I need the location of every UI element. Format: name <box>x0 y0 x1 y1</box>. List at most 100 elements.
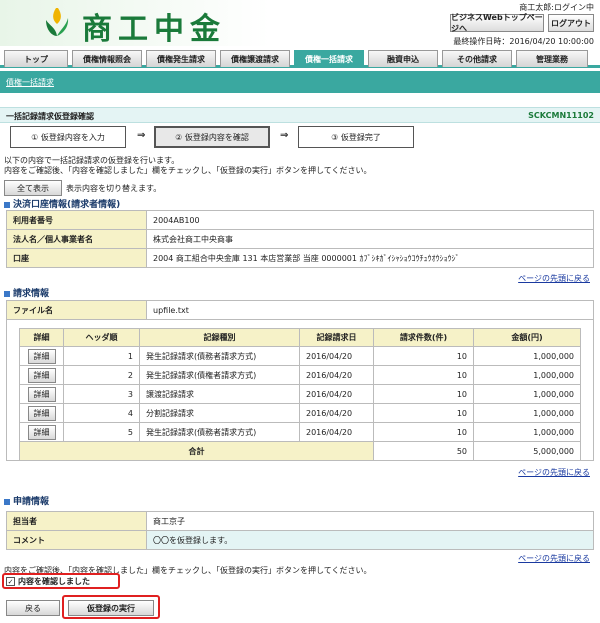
applicant-section-title: 申請情報 <box>4 494 49 507</box>
table-row: ファイル名 upfile.txt <box>6 300 594 320</box>
table-row: 担当者 商工京子 <box>6 511 594 531</box>
section-bullet-icon <box>4 201 10 208</box>
back-to-top-link[interactable]: ページの先頭に戻る <box>518 273 590 284</box>
table-row: 詳細 1 発生記録請求(債務者請求方式) 2016/04/20 10 1,000… <box>19 346 581 366</box>
tab-credit-issuance[interactable]: 債権発生請求 <box>146 50 216 67</box>
column-header-amount: 金額(円) <box>473 328 581 347</box>
tab-management[interactable]: 管理業務 <box>516 50 588 67</box>
main-tabs: トップ 債権情報照会 債権発生請求 債権譲渡請求 債権一括請求 融資申込 その他… <box>0 50 600 68</box>
column-header-type: 記録種別 <box>139 328 300 347</box>
tab-loan-application[interactable]: 融資申込 <box>368 50 438 67</box>
header: 商工中金 商工太郎:ログイン中 ビジネスWebトップページへ ログアウト 最終操… <box>0 0 600 48</box>
execute-registration-button[interactable]: 仮登録の実行 <box>68 600 154 616</box>
table-row: 詳細 5 発生記録請求(債務者請求方式) 2016/04/20 10 1,000… <box>19 422 581 442</box>
column-header-date: 記録請求日 <box>299 328 374 347</box>
person-in-charge-label: 担当者 <box>6 511 147 531</box>
header-order: 2 <box>63 365 140 385</box>
person-in-charge-value: 商工京子 <box>146 511 594 531</box>
show-all-note: 表示内容を切り替えます。 <box>66 184 162 193</box>
last-operation-time: 最終操作日時：2016/04/20 10:00:00 <box>453 37 594 46</box>
amount: 1,000,000 <box>473 422 581 442</box>
company-name-value: 株式会社商工中央商事 <box>146 229 594 249</box>
logo-icon <box>46 8 69 36</box>
request-count: 10 <box>373 403 474 423</box>
step-3: ③ 仮登録完了 <box>298 126 414 148</box>
company-name-label: 法人名／個人事業者名 <box>6 229 147 249</box>
user-number-label: 利用者番号 <box>6 210 147 230</box>
table-row: 法人名／個人事業者名 株式会社商工中央商事 <box>6 229 594 249</box>
request-count: 10 <box>373 365 474 385</box>
table-row: コメント 〇〇を仮登録します。 <box>6 530 594 550</box>
request-date: 2016/04/20 <box>299 384 374 404</box>
record-type: 譲渡記録請求 <box>139 384 300 404</box>
request-date: 2016/04/20 <box>299 365 374 385</box>
sub-navigation: 債権一括請求 <box>0 71 600 93</box>
portal-button[interactable]: ビジネスWebトップページへ <box>450 13 544 33</box>
request-date: 2016/04/20 <box>299 403 374 423</box>
logout-button[interactable]: ログアウト <box>548 14 594 32</box>
confirm-checkbox-label: 内容を確認しました <box>18 577 90 586</box>
applicant-info-table: 担当者 商工京子 コメント 〇〇を仮登録します。 <box>6 511 594 550</box>
detail-button[interactable]: 詳細 <box>27 386 56 402</box>
request-count: 10 <box>373 384 474 404</box>
request-count: 10 <box>373 346 474 366</box>
tab-credit-inquiry[interactable]: 債権情報照会 <box>72 50 142 67</box>
section-bullet-icon <box>4 498 10 505</box>
amount: 1,000,000 <box>473 403 581 423</box>
table-row: 詳細 2 発生記録請求(債権者請求方式) 2016/04/20 10 1,000… <box>19 365 581 385</box>
logo-text: 商工中金 <box>82 12 226 47</box>
detail-button[interactable]: 詳細 <box>27 424 56 440</box>
record-type: 発生記録請求(債務者請求方式) <box>139 422 300 442</box>
subnav-bulk-request-link[interactable]: 債権一括請求 <box>6 77 54 88</box>
step-1: ① 仮登録内容を入力 <box>10 126 126 148</box>
record-type: 発生記録請求(債務者請求方式) <box>139 346 300 366</box>
instruction-line-2: 内容をご確認後、「内容を確認しました」欄をチェックし、「仮登録の実行」ボタンを押… <box>4 166 372 175</box>
detail-button[interactable]: 詳細 <box>27 348 56 364</box>
request-detail-table: 詳細 ヘッダ順 記録種別 記録請求日 請求件数(件) 金額(円) 詳細 1 発生… <box>19 328 581 461</box>
amount: 1,000,000 <box>473 384 581 404</box>
confirm-checkbox[interactable]: ✓ <box>6 577 15 586</box>
section-bullet-icon <box>4 290 10 297</box>
tab-top[interactable]: トップ <box>4 50 68 67</box>
total-count: 50 <box>373 441 474 461</box>
account-value: 2004 商工組合中央金庫 131 本店営業部 当座 0000001 ｶﾌﾞｼｷ… <box>146 248 594 268</box>
table-header-row: 詳細 ヘッダ順 記録種別 記録請求日 請求件数(件) 金額(円) <box>19 328 581 347</box>
detail-button[interactable]: 詳細 <box>27 367 56 383</box>
request-section-title: 請求情報 <box>4 286 49 299</box>
back-button[interactable]: 戻る <box>6 600 60 616</box>
detail-button[interactable]: 詳細 <box>27 405 56 421</box>
column-header-order: ヘッダ順 <box>63 328 140 347</box>
file-name-value: upfile.txt <box>146 300 594 320</box>
header-order: 1 <box>63 346 140 366</box>
comment-value: 〇〇を仮登録します。 <box>146 530 594 550</box>
user-number-value: 2004AB100 <box>146 210 594 230</box>
table-row: 詳細 4 分割記録請求 2016/04/20 10 1,000,000 <box>19 403 581 423</box>
header-order: 5 <box>63 422 140 442</box>
tab-bulk-request[interactable]: 債権一括請求 <box>294 50 364 67</box>
page-title-bar: 一括記録請求仮登録確認 SCKCMN11102 <box>0 107 600 123</box>
table-row: 詳細 3 譲渡記録請求 2016/04/20 10 1,000,000 <box>19 384 581 404</box>
record-type: 発生記録請求(債権者請求方式) <box>139 365 300 385</box>
tab-credit-transfer[interactable]: 債権譲渡請求 <box>220 50 290 67</box>
file-name-label: ファイル名 <box>6 300 147 320</box>
back-to-top-link[interactable]: ページの先頭に戻る <box>518 467 590 478</box>
header-order: 4 <box>63 403 140 423</box>
tab-other-requests[interactable]: その他請求 <box>442 50 512 67</box>
instruction-line-1: 以下の内容で一括記録請求の仮登録を行います。 <box>4 156 180 165</box>
account-info-table: 利用者番号 2004AB100 法人名／個人事業者名 株式会社商工中央商事 口座… <box>6 210 594 268</box>
table-total-row: 合計 50 5,000,000 <box>19 441 581 461</box>
logo-area: 商工中金 <box>0 0 270 47</box>
back-to-top-link[interactable]: ページの先頭に戻る <box>518 553 590 564</box>
request-detail-panel: 詳細 ヘッダ順 記録種別 記録請求日 請求件数(件) 金額(円) 詳細 1 発生… <box>6 319 594 461</box>
account-label: 口座 <box>6 248 147 268</box>
account-section-title: 決済口座情報(請求者情報) <box>4 197 120 210</box>
request-count: 10 <box>373 422 474 442</box>
comment-label: コメント <box>6 530 147 550</box>
show-all-button[interactable]: 全て表示 <box>4 180 62 196</box>
confirm-checkbox-row[interactable]: ✓ 内容を確認しました <box>6 576 90 587</box>
column-header-detail: 詳細 <box>19 328 64 347</box>
record-type: 分割記録請求 <box>139 403 300 423</box>
header-order: 3 <box>63 384 140 404</box>
request-date: 2016/04/20 <box>299 346 374 366</box>
amount: 1,000,000 <box>473 346 581 366</box>
